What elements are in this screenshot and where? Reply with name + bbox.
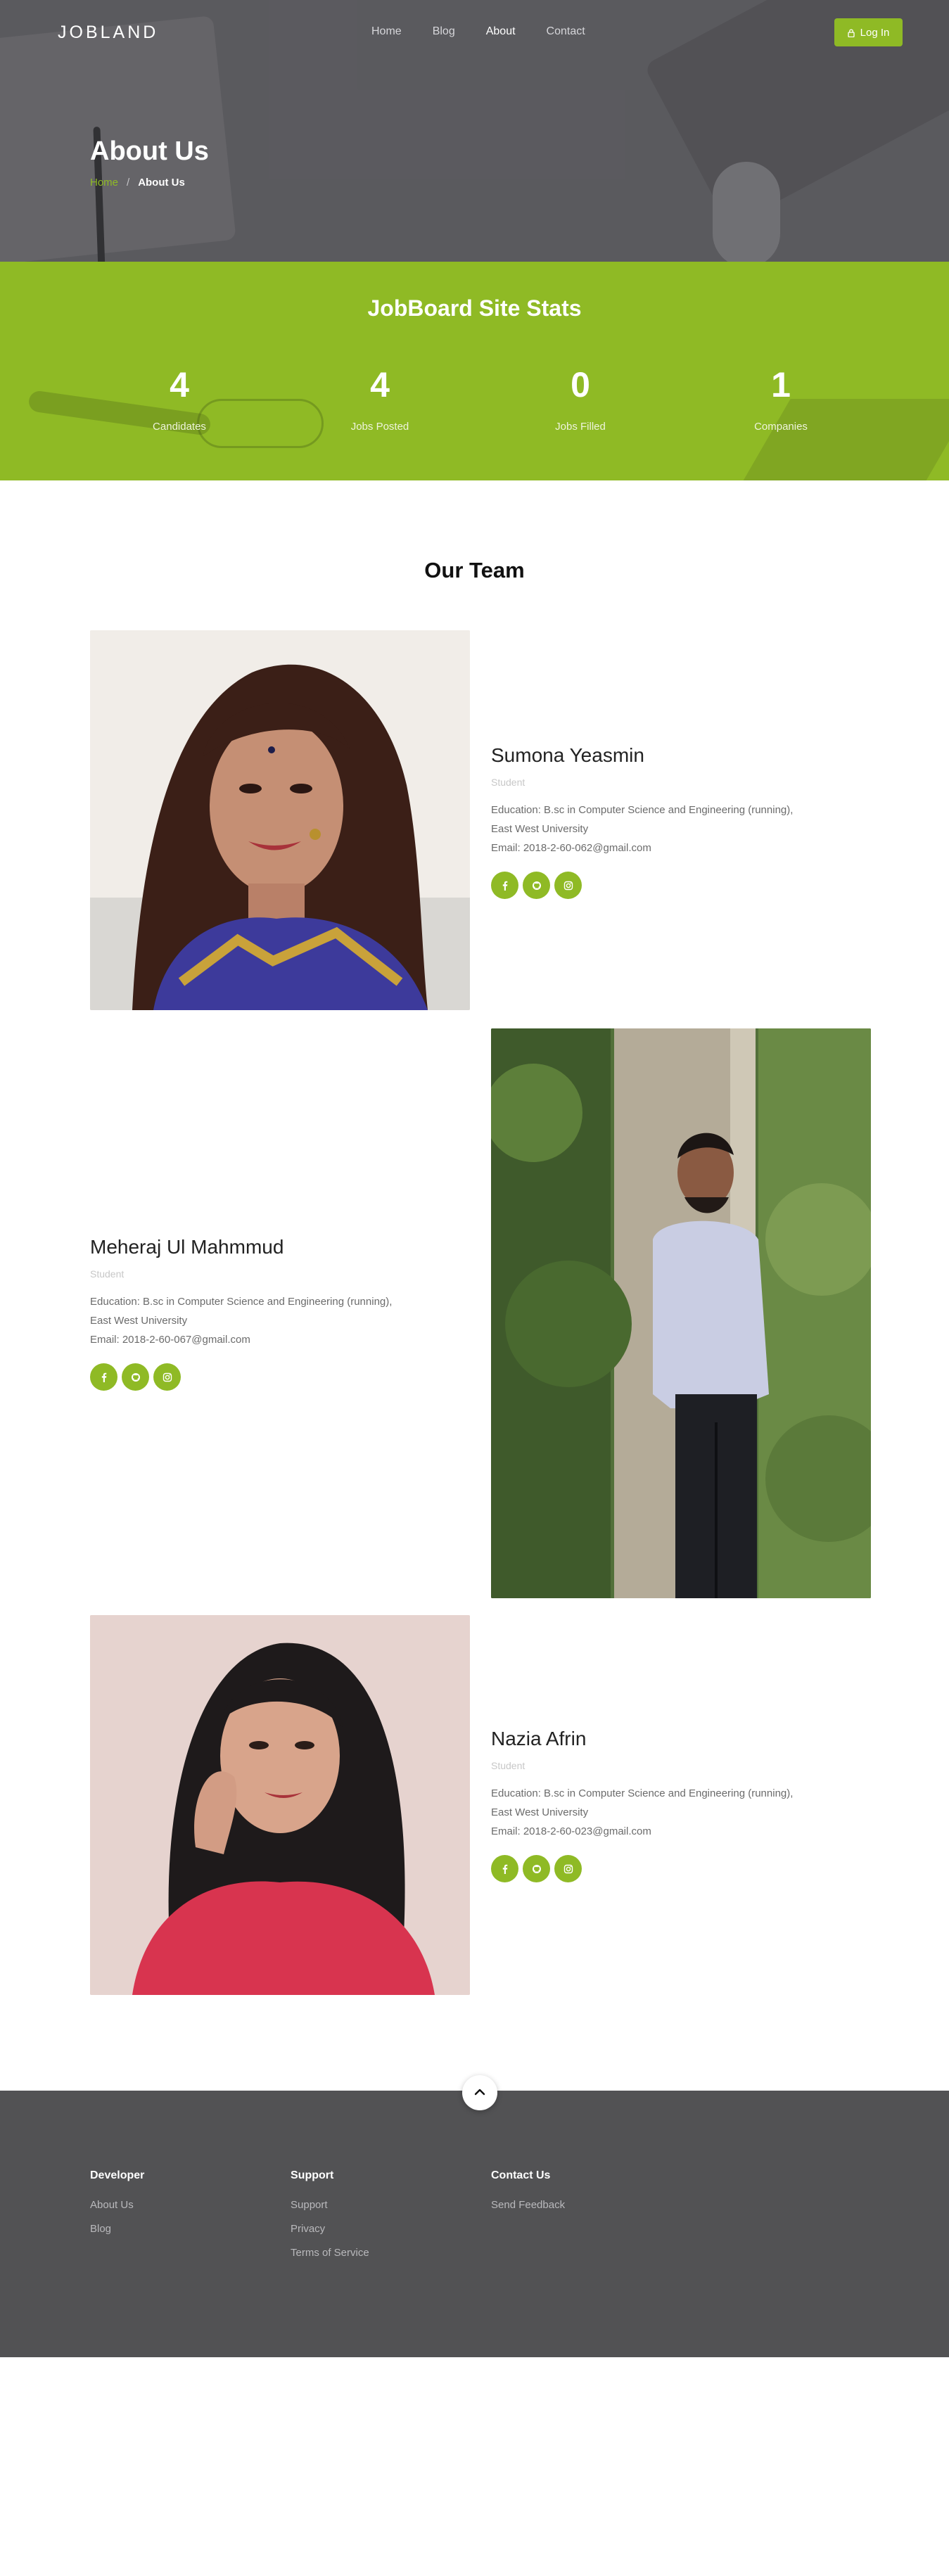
member-details: Education: B.sc in Computer Science and … (90, 1292, 484, 1349)
member-photo (90, 630, 470, 1010)
footer-column-developer: Developer About Us Blog (90, 2169, 144, 2247)
member-social-links (491, 1855, 885, 1882)
team-title: Our Team (424, 558, 525, 582)
footer-link-support[interactable]: Support (291, 2199, 369, 2211)
member-email: Email: 2018-2-60-062@gmail.com (491, 842, 651, 854)
stat-companies: 1 Companies (711, 367, 851, 433)
breadcrumb-separator: / (127, 177, 130, 189)
stat-label: Companies (754, 421, 808, 433)
facebook-icon[interactable] (90, 1363, 117, 1391)
login-label: Log In (860, 26, 890, 39)
facebook-icon[interactable] (491, 872, 518, 899)
site-footer: Developer About Us Blog Support Support … (0, 2091, 949, 2357)
member-education: Education: B.sc in Computer Science and … (90, 1296, 393, 1308)
top-navbar: JOBLAND Home Blog About Contact Log In (0, 0, 949, 65)
footer-column-title: Contact Us (491, 2169, 551, 2181)
member-info: Nazia Afrin Student Education: B.sc in C… (491, 1728, 885, 1882)
member-university: East West University (491, 823, 589, 835)
stat-jobs-posted: 4 Jobs Posted (310, 367, 450, 433)
stat-label: Candidates (153, 421, 206, 433)
github-icon[interactable] (122, 1363, 149, 1391)
member-photo (491, 1028, 871, 1598)
instagram-icon[interactable] (554, 1855, 582, 1882)
footer-link-terms[interactable]: Terms of Service (291, 2247, 369, 2259)
stat-value: 1 (771, 365, 791, 404)
member-email: Email: 2018-2-60-067@gmail.com (90, 1334, 250, 1346)
footer-column-support: Support Support Privacy Terms of Service (291, 2169, 369, 2271)
facebook-icon[interactable] (491, 1855, 518, 1882)
stat-jobs-filled: 0 Jobs Filled (510, 367, 651, 433)
member-info: Meheraj Ul Mahmmud Student Education: B.… (90, 1236, 484, 1391)
footer-column-contact: Contact Us Send Feedback (491, 2169, 565, 2223)
stat-value: 4 (370, 365, 390, 404)
member-education: Education: B.sc in Computer Science and … (491, 1787, 794, 1799)
stats-title: JobBoard Site Stats (367, 295, 582, 321)
member-role: Student (491, 1760, 526, 1771)
site-stats-section: JobBoard Site Stats 4 Candidates 4 Jobs … (0, 262, 949, 480)
stat-label: Jobs Filled (555, 421, 606, 433)
member-social-links (491, 872, 885, 899)
member-role: Student (90, 1268, 125, 1280)
member-university: East West University (90, 1315, 188, 1327)
hero-section: JOBLAND Home Blog About Contact Log In A… (0, 0, 949, 262)
instagram-icon[interactable] (153, 1363, 181, 1391)
github-icon[interactable] (523, 872, 550, 899)
footer-link-about-us[interactable]: About Us (90, 2199, 144, 2211)
footer-column-title: Support (291, 2169, 334, 2181)
scroll-to-top-button[interactable] (462, 2075, 497, 2110)
nav-home-link[interactable]: Home (371, 25, 402, 38)
member-info: Sumona Yeasmin Student Education: B.sc i… (491, 744, 885, 899)
stat-label: Jobs Posted (350, 421, 409, 433)
member-name: Meheraj Ul Mahmmud (90, 1236, 284, 1258)
member-photo (90, 1615, 470, 1995)
page-title: About Us (90, 136, 209, 166)
member-details: Education: B.sc in Computer Science and … (491, 1784, 885, 1841)
github-icon[interactable] (523, 1855, 550, 1882)
nav-contact-link[interactable]: Contact (547, 25, 585, 38)
lock-icon (847, 28, 855, 37)
member-name: Sumona Yeasmin (491, 744, 644, 766)
breadcrumb-home-link[interactable]: Home (90, 177, 118, 189)
nav-blog-link[interactable]: Blog (433, 25, 455, 38)
breadcrumb: Home / About Us (90, 177, 185, 189)
footer-column-title: Developer (90, 2169, 145, 2181)
nav-about-link[interactable]: About (486, 25, 516, 38)
member-name: Nazia Afrin (491, 1728, 587, 1749)
instagram-icon[interactable] (554, 872, 582, 899)
stat-value: 4 (170, 365, 189, 404)
footer-link-privacy[interactable]: Privacy (291, 2223, 369, 2235)
breadcrumb-current: About Us (138, 177, 185, 189)
site-logo[interactable]: JOBLAND (58, 23, 158, 43)
stat-value: 0 (571, 365, 590, 404)
footer-link-blog[interactable]: Blog (90, 2223, 144, 2235)
chevron-up-icon (474, 2086, 485, 2099)
member-social-links (90, 1363, 484, 1391)
member-university: East West University (491, 1806, 589, 1818)
main-menu: Home Blog About Contact (371, 25, 616, 38)
member-details: Education: B.sc in Computer Science and … (491, 801, 885, 857)
member-education: Education: B.sc in Computer Science and … (491, 804, 794, 816)
footer-link-send-feedback[interactable]: Send Feedback (491, 2199, 565, 2211)
stat-candidates: 4 Candidates (109, 367, 250, 433)
member-role: Student (491, 777, 526, 788)
member-email: Email: 2018-2-60-023@gmail.com (491, 1825, 651, 1837)
login-button[interactable]: Log In (834, 18, 903, 46)
